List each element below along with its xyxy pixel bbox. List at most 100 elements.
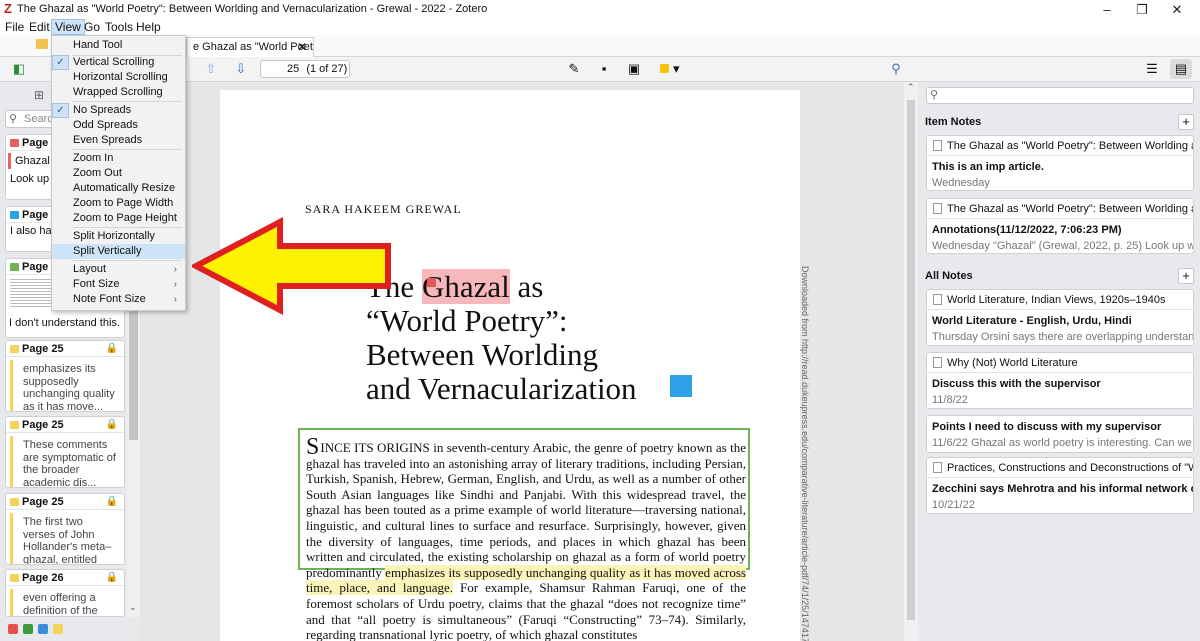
menu-item-split-vertically[interactable]: Split Vertically xyxy=(52,244,185,259)
previous-page-icon[interactable]: ⇧ xyxy=(200,59,222,79)
menu-help[interactable]: Help xyxy=(133,19,164,35)
context-pane-toggle-icon[interactable]: ☰ xyxy=(1141,59,1163,79)
menu-item-odd-spreads[interactable]: Odd Spreads xyxy=(52,118,185,133)
add-item-note-button[interactable]: + xyxy=(1178,114,1194,130)
menu-item-label: No Spreads xyxy=(73,104,132,116)
note-card[interactable]: The Ghazal as "World Poetry": Between Wo… xyxy=(926,198,1194,254)
green-filter-swatch[interactable] xyxy=(23,624,33,634)
menu-item-no-spreads[interactable]: ✓ No Spreads xyxy=(52,103,185,118)
annotation-card[interactable]: Page 25 🔒 These comments are symptomatic … xyxy=(5,416,125,488)
menu-item-label: Split Horizontally xyxy=(73,230,155,242)
tab-document[interactable]: e Ghazal as "World Poetr... ✕ xyxy=(186,37,314,57)
note-card[interactable]: World Literature, Indian Views, 1920s–19… xyxy=(926,289,1194,346)
menu-item-label: Zoom to Page Height xyxy=(73,212,177,224)
menu-item-zoom-out[interactable]: Zoom Out xyxy=(52,166,185,181)
notes-pane-toggle-icon[interactable]: ▤ xyxy=(1170,59,1192,79)
pdf-scrollbar[interactable]: ⌃ xyxy=(904,82,918,641)
highlight-tool-icon[interactable]: ✎ xyxy=(563,59,585,79)
comment-marker-icon[interactable] xyxy=(427,278,436,287)
callout-arrow-shape xyxy=(192,217,391,315)
all-notes-heading: All Notes xyxy=(925,270,973,282)
add-standalone-note-button[interactable]: + xyxy=(1178,268,1194,284)
item-notes-heading: Item Notes xyxy=(925,116,982,128)
annotation-page: Page 25 xyxy=(22,343,64,355)
menu-item-automatically-resize[interactable]: Automatically Resize xyxy=(52,181,185,196)
thumbnails-icon[interactable]: ⊞ xyxy=(34,88,44,102)
check-icon: ✓ xyxy=(52,103,69,118)
menu-item-font-size[interactable]: Font Size › xyxy=(52,277,185,292)
menu-go[interactable]: Go xyxy=(81,19,103,35)
menu-separator xyxy=(72,227,182,228)
pdf-page[interactable]: SARA HAKEEM GREWAL The Ghazal as “World … xyxy=(220,90,810,641)
pdf-scrollbar-thumb[interactable] xyxy=(907,100,915,620)
menu-item-hand-tool[interactable]: Hand Tool xyxy=(52,38,185,53)
menu-item-label: Horizontal Scrolling xyxy=(73,71,168,83)
pdf-title-line: Between Worlding xyxy=(366,337,598,372)
note-card[interactable]: Why (Not) World Literature Discuss this … xyxy=(926,352,1194,409)
menu-item-label: Split Vertically xyxy=(73,245,142,257)
find-icon[interactable]: ⚲ xyxy=(885,59,907,79)
note-title: Points I need to discuss with my supervi… xyxy=(932,421,1162,433)
scroll-down-icon[interactable]: ⌄ xyxy=(129,602,137,613)
annotation-page: Page 25 xyxy=(22,496,64,508)
search-icon: ⚲ xyxy=(930,89,939,101)
pdf-title: The Ghazal as “World Poetry”: Between Wo… xyxy=(366,269,637,406)
page-number-total: (1 of 27) xyxy=(306,63,348,75)
blue-filter-swatch[interactable] xyxy=(38,624,48,634)
page-number-field[interactable]: 25 (1 of 27) xyxy=(260,60,350,78)
menu-item-layout[interactable]: Layout › xyxy=(52,262,185,277)
notes-search-input[interactable]: ⚲ xyxy=(926,87,1194,104)
library-tab-folder-icon[interactable] xyxy=(36,39,48,49)
note-meta: 10/21/22 xyxy=(932,499,975,511)
red-filter-swatch[interactable] xyxy=(8,624,18,634)
annotation-card[interactable]: Page 26 🔒 even offering a definition of t… xyxy=(5,569,125,617)
body-text-part: INCE ITS ORIGINS in seventh-century Arab… xyxy=(306,440,746,580)
note-meta: 11/8/22 xyxy=(932,394,968,406)
menu-item-label: Zoom In xyxy=(73,152,114,164)
menu-item-label: Even Spreads xyxy=(73,134,143,146)
menu-item-wrapped-scrolling[interactable]: Wrapped Scrolling xyxy=(52,85,185,100)
notes-pane: ⚲ Item Notes + The Ghazal as "World Poet… xyxy=(918,82,1200,641)
menu-item-zoom-to-page-width[interactable]: Zoom to Page Width xyxy=(52,196,185,211)
note-card[interactable]: Points I need to discuss with my supervi… xyxy=(926,415,1194,453)
menu-file[interactable]: File xyxy=(2,19,27,35)
callout-arrow xyxy=(192,217,391,315)
menu-item-note-font-size[interactable]: Note Font Size › xyxy=(52,292,185,307)
note-meta: Thursday Orsini says there are overlappi… xyxy=(932,331,1193,343)
annotation-card[interactable]: Page 25 🔒 The first two verses of John Ho… xyxy=(5,493,125,565)
menu-item-zoom-to-page-height[interactable]: Zoom to Page Height xyxy=(52,211,185,226)
annotation-card[interactable]: Page 25 🔒 emphasizes its supposedly uncha… xyxy=(5,340,125,412)
note-title: World Literature - English, Urdu, Hindi xyxy=(932,315,1132,327)
sticky-note-icon[interactable] xyxy=(670,375,692,397)
menu-item-vertical-scrolling[interactable]: ✓ Vertical Scrolling xyxy=(52,55,185,70)
menu-item-even-spreads[interactable]: Even Spreads xyxy=(52,133,185,148)
note-card[interactable]: The Ghazal as "World Poetry": Between Wo… xyxy=(926,135,1194,191)
menu-item-horizontal-scrolling[interactable]: Horizontal Scrolling xyxy=(52,70,185,85)
note-parent-title: The Ghazal as "World Poetry": Between Wo… xyxy=(947,203,1193,215)
note-parent-title: World Literature, Indian Views, 1920s–19… xyxy=(947,294,1166,306)
menu-separator xyxy=(72,101,182,102)
menu-item-zoom-in[interactable]: Zoom In xyxy=(52,151,185,166)
close-window-button[interactable]: ✕ xyxy=(1154,0,1200,19)
scroll-up-icon[interactable]: ⌃ xyxy=(907,82,915,93)
yellow-filter-swatch[interactable] xyxy=(53,624,63,634)
pdf-download-notice: Downloaded from http://read.dukeupress.e… xyxy=(800,266,810,641)
lock-icon: 🔒 xyxy=(105,496,118,507)
close-tab-icon[interactable]: ✕ xyxy=(297,38,307,57)
pdf-viewer[interactable]: SARA HAKEEM GREWAL The Ghazal as “World … xyxy=(140,82,904,641)
note-tool-icon[interactable]: ▪ xyxy=(593,59,615,79)
menu-view[interactable]: View xyxy=(51,19,85,35)
menu-tools[interactable]: Tools xyxy=(102,19,136,35)
menu-edit[interactable]: Edit xyxy=(26,19,53,35)
area-tool-icon[interactable]: ▣ xyxy=(623,59,645,79)
submenu-arrow-icon: › xyxy=(173,294,177,305)
lock-icon: 🔒 xyxy=(105,572,118,583)
document-icon xyxy=(933,203,942,214)
note-card[interactable]: Practices, Constructions and Deconstruct… xyxy=(926,457,1194,514)
note-title: Annotations(11/12/2022, 7:06:23 PM) xyxy=(932,224,1122,236)
menu-item-split-horizontally[interactable]: Split Horizontally xyxy=(52,229,185,244)
drop-cap: S xyxy=(306,434,320,460)
next-page-icon[interactable]: ⇩ xyxy=(230,59,252,79)
toggle-sidebar-icon[interactable]: ◧ xyxy=(8,59,30,79)
color-picker-button[interactable]: ▾ xyxy=(655,59,685,79)
